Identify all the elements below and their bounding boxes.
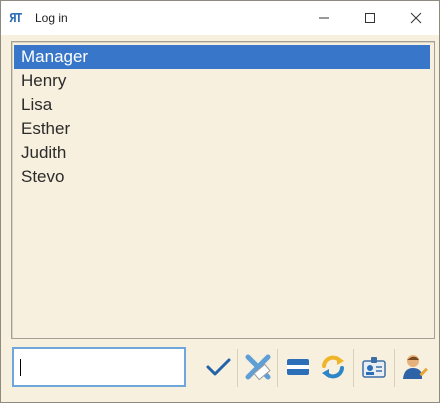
close-icon — [410, 12, 422, 24]
window-title: Log in — [35, 11, 68, 25]
list-item[interactable]: Esther — [14, 117, 430, 141]
toolbar-separator — [394, 349, 395, 387]
keyboard-icon — [287, 359, 309, 375]
minimize-icon — [319, 17, 329, 19]
text-caret — [20, 359, 21, 376]
minimize-button[interactable] — [301, 1, 347, 35]
list-item[interactable]: Stevo — [14, 165, 430, 189]
toolbar-separator — [353, 349, 354, 387]
refresh-icon — [322, 355, 344, 379]
confirm-button[interactable] — [202, 351, 234, 383]
app-logo-icon: ЯT — [9, 11, 22, 25]
login-window: ЯT Log in Manager Henry Lisa Esther Judith St… — [0, 0, 440, 403]
checkmark-icon — [206, 358, 231, 376]
list-item[interactable]: Lisa — [14, 93, 430, 117]
title-bar[interactable]: ЯT Log in — [1, 1, 439, 35]
list-item[interactable]: Manager — [14, 45, 430, 69]
list-item[interactable]: Judith — [14, 141, 430, 165]
refresh-button[interactable] — [317, 351, 349, 383]
user-edit-icon — [403, 355, 428, 379]
clear-icon — [245, 354, 271, 381]
maximize-button[interactable] — [347, 1, 393, 35]
user-edit-button[interactable] — [399, 351, 431, 383]
id-card-button[interactable] — [358, 351, 390, 383]
user-list-items: Manager Henry Lisa Esther Judith Stevo — [14, 45, 430, 189]
close-button[interactable] — [393, 1, 439, 35]
password-input[interactable] — [12, 347, 186, 387]
toolbar-separator — [237, 349, 238, 387]
maximize-icon — [365, 13, 375, 23]
toolbar-separator — [277, 349, 278, 387]
list-item[interactable]: Henry — [14, 69, 430, 93]
id-card-icon — [362, 357, 386, 378]
clear-button[interactable] — [242, 351, 274, 383]
user-list[interactable]: Manager Henry Lisa Esther Judith Stevo — [11, 41, 435, 339]
bottom-toolbar — [1, 341, 439, 402]
keyboard-button[interactable] — [282, 351, 314, 383]
